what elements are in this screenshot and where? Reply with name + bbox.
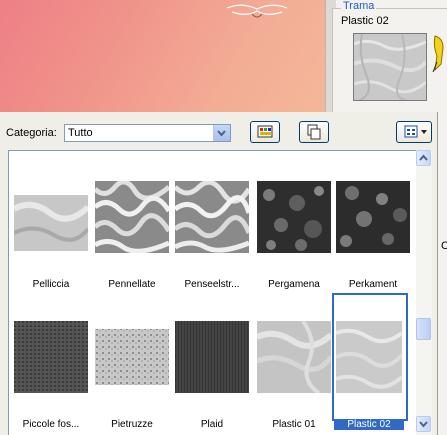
- texture-tile[interactable]: Pelliccia: [14, 181, 92, 311]
- category-select-value: Tutto: [68, 127, 93, 139]
- texture-label: Pietruzze: [111, 419, 153, 430]
- ornament-graphic: [226, 4, 288, 18]
- chevron-up-icon: [419, 154, 428, 161]
- texture-tile[interactable]: Perkament: [336, 181, 414, 311]
- texture-thumbnail-pelliccia: [14, 189, 88, 261]
- scroll-up-button[interactable]: [416, 150, 431, 166]
- texture-label: Pennellate: [108, 279, 156, 290]
- texture-thumbnail-piccole-fos: [14, 321, 88, 393]
- texture-label: Pelliccia: [32, 279, 70, 290]
- texture-tile[interactable]: Penseelstr...: [175, 181, 253, 311]
- pointer-icon: [432, 35, 444, 73]
- texture-current-name: Plastic 02: [341, 15, 389, 27]
- palette-button[interactable]: [250, 121, 280, 143]
- chevron-down-icon[interactable]: [213, 125, 230, 141]
- texture-label: Penseelstr...: [184, 279, 240, 290]
- texture-thumbnail-plastic-01: [257, 321, 331, 393]
- texture-grid: Pelliccia Pennellate Penseelstr... Perga…: [8, 150, 417, 435]
- texture-tile[interactable]: Pergamena: [257, 181, 335, 311]
- texture-label: Piccole fos...: [22, 419, 80, 430]
- scroll-down-button[interactable]: [416, 416, 431, 432]
- texture-label: Plaid: [200, 419, 224, 430]
- category-select[interactable]: Tutto: [64, 124, 231, 142]
- texture-thumbnail-pennellate: [95, 181, 169, 253]
- texture-thumbnail-perkament: [336, 181, 410, 253]
- texture-tile[interactable]: Pietruzze: [95, 321, 173, 435]
- texture-tile[interactable]: Piccole fos...: [14, 321, 92, 435]
- palette-icon: [257, 125, 273, 138]
- texture-tile[interactable]: Pennellate: [95, 181, 173, 311]
- background-window-edge: [437, 112, 447, 435]
- texture-thumbnail-plaid: [175, 321, 249, 393]
- view-options-icon: [404, 125, 427, 138]
- texture-label-selected: Plastic 02: [334, 419, 404, 430]
- category-label: Categoria:: [6, 127, 57, 139]
- texture-thumbnail-pergamena: [257, 181, 331, 253]
- texture-grid-scrollbar[interactable]: [416, 150, 432, 435]
- copy-button[interactable]: [299, 121, 329, 143]
- scroll-thumb[interactable]: [416, 318, 431, 340]
- texture-preview[interactable]: [353, 33, 427, 101]
- texture-label: Pergamena: [268, 279, 320, 290]
- chevron-down-icon: [419, 421, 428, 428]
- texture-group-title: Trama: [341, 0, 377, 12]
- view-options-button[interactable]: [396, 121, 432, 143]
- texture-tile[interactable]: Plastic 01: [257, 321, 335, 435]
- texture-thumbnail-plastic-02: [336, 321, 410, 393]
- texture-label: Perkament: [348, 279, 398, 290]
- copy-icon: [307, 124, 321, 140]
- texture-thumbnail-penseelstr: [175, 181, 249, 253]
- texture-label: Plastic 01: [272, 419, 316, 430]
- texture-tile-selected[interactable]: Plastic 02: [332, 293, 414, 435]
- texture-tile[interactable]: Plaid: [175, 321, 253, 435]
- background-window-letter: C: [441, 240, 447, 252]
- texture-thumbnail-pietruzze: [95, 321, 169, 393]
